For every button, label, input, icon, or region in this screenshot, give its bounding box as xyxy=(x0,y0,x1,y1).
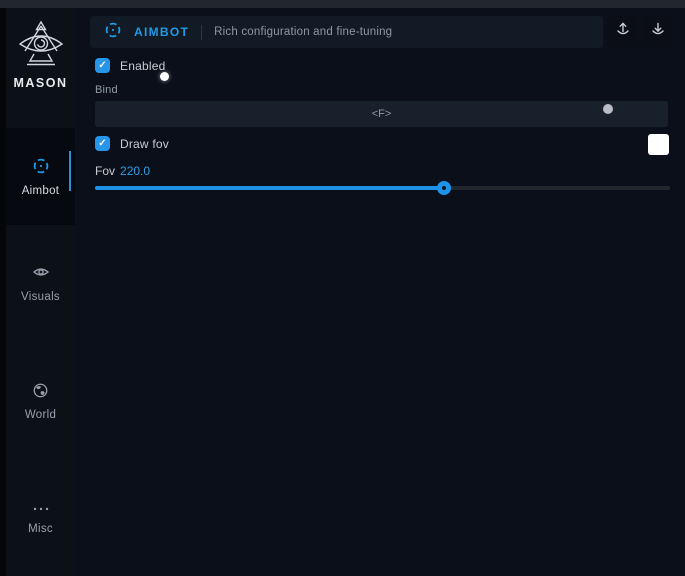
sidebar-item-visuals[interactable]: Visuals xyxy=(6,253,75,313)
eye-icon xyxy=(32,263,50,284)
sidebar-item-label: Visuals xyxy=(21,291,60,303)
export-config-button[interactable] xyxy=(607,16,638,47)
header-divider xyxy=(201,25,202,40)
fov-value: 220.0 xyxy=(120,164,150,178)
fov-slider[interactable] xyxy=(95,186,670,190)
game-background-strip xyxy=(0,0,685,8)
sidebar-item-aimbot[interactable]: Aimbot xyxy=(6,128,75,225)
sidebar-item-misc[interactable]: Misc xyxy=(6,489,75,549)
ellipsis-icon xyxy=(32,504,50,516)
fov-label: Fov xyxy=(95,164,115,178)
draw-fov-label: Draw fov xyxy=(120,137,169,151)
globe-icon xyxy=(32,382,49,402)
sidebar-item-label: World xyxy=(25,409,56,421)
draw-fov-checkbox[interactable] xyxy=(95,136,110,151)
sidebar-item-label: Aimbot xyxy=(22,185,60,197)
particle-dot xyxy=(603,104,613,114)
mason-eye-pyramid-icon xyxy=(18,55,64,72)
fov-slider-handle[interactable] xyxy=(437,181,451,195)
sidebar-item-label: Misc xyxy=(28,523,53,535)
page-title: AIMBOT xyxy=(134,25,189,39)
crosshair-icon xyxy=(32,157,50,178)
brand-logo: MASON xyxy=(6,20,75,90)
enabled-checkbox[interactable] xyxy=(95,58,110,73)
bind-label: Bind xyxy=(95,84,118,96)
import-config-button[interactable] xyxy=(642,16,673,47)
fov-color-swatch[interactable] xyxy=(648,134,669,155)
page-header: AIMBOT Rich configuration and fine-tunin… xyxy=(90,16,603,48)
active-tab-indicator xyxy=(69,151,71,191)
sidebar-item-world[interactable]: World xyxy=(6,371,75,431)
sidebar: MASON Aimbot Visuals xyxy=(6,8,75,576)
crosshair-icon xyxy=(104,21,122,44)
page-subtitle: Rich configuration and fine-tuning xyxy=(214,26,392,38)
enabled-label: Enabled xyxy=(120,59,165,73)
upload-icon xyxy=(615,21,631,42)
brand-name: MASON xyxy=(6,76,75,90)
cursor-dot xyxy=(160,72,169,81)
fov-row: Fov 220.0 xyxy=(95,164,150,178)
download-icon xyxy=(650,21,666,42)
mason-menu-window: MASON Aimbot Visuals xyxy=(0,0,685,576)
fov-slider-fill xyxy=(95,186,444,190)
bind-key-input[interactable]: <F> xyxy=(95,101,668,127)
